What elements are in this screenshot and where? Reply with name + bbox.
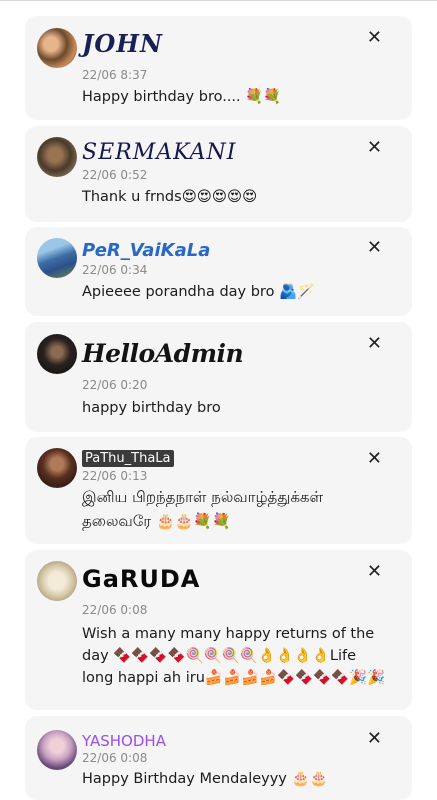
comment-timestamp: 22/06 0:52 xyxy=(82,168,148,182)
avatar[interactable] xyxy=(37,334,77,374)
close-icon[interactable] xyxy=(367,29,382,47)
comment-text: Wish a many many happy returns of the da… xyxy=(82,626,386,686)
comment-text: Apieeee porandha day bro 🫂🪄 xyxy=(82,284,316,300)
comment-timestamp: 22/06 0:34 xyxy=(82,263,148,277)
commenter-name[interactable]: PaThu_ThaLa xyxy=(82,450,174,467)
comment-card: GaRUDA 22/06 0:08 Wish a many many happy… xyxy=(25,550,412,710)
comment-timestamp: 22/06 0:13 xyxy=(82,469,148,483)
comment-card: HelloAdmin 22/06 0:20 happy birthday bro xyxy=(25,322,412,432)
comment-text: இனிய பிறந்தநாள் நல்வாழ்த்துக்கள் தலைவரே … xyxy=(82,488,324,530)
comment-card: YASHODHA 22/06 0:08 Happy Birthday Menda… xyxy=(25,716,412,800)
commenter-name[interactable]: HelloAdmin xyxy=(82,339,244,368)
comment-card: PeR_VaiKaLa 22/06 0:34 Apieeee porandha … xyxy=(25,227,412,316)
comment-text: Happy birthday bro.... 💐💐 xyxy=(82,89,282,105)
close-icon[interactable] xyxy=(367,139,382,157)
close-icon[interactable] xyxy=(367,730,382,748)
comment-timestamp: 22/06 0:08 xyxy=(82,751,148,765)
commenter-name[interactable]: GaRUDA xyxy=(82,565,200,593)
comment-text: happy birthday bro xyxy=(82,400,221,416)
close-icon[interactable] xyxy=(367,239,382,257)
comment-card: PaThu_ThaLa 22/06 0:13 இனிய பிறந்தநாள் ந… xyxy=(25,437,412,544)
top-divider xyxy=(0,0,437,8)
avatar[interactable] xyxy=(37,137,77,177)
close-icon[interactable] xyxy=(367,335,382,353)
close-icon[interactable] xyxy=(367,450,382,468)
comment-text: Thank u frnds😍😍😍😍😍 xyxy=(82,189,258,205)
commenter-name[interactable]: YASHODHA xyxy=(82,732,166,750)
comment-timestamp: 22/06 0:08 xyxy=(82,603,148,617)
comment-card: JOHN 22/06 8:37 Happy birthday bro.... 💐… xyxy=(25,16,412,120)
comment-timestamp: 22/06 0:20 xyxy=(82,378,148,392)
avatar[interactable] xyxy=(37,448,77,488)
close-icon[interactable] xyxy=(367,563,382,581)
commenter-name[interactable]: JOHN xyxy=(82,29,163,58)
avatar[interactable] xyxy=(37,28,77,68)
commenter-name[interactable]: SERMAKANI xyxy=(82,140,236,165)
comment-text: Happy Birthday Mendaleyyy 🎂🎂 xyxy=(82,771,328,787)
avatar[interactable] xyxy=(37,238,77,278)
avatar[interactable] xyxy=(37,561,77,601)
comment-card: SERMAKANI 22/06 0:52 Thank u frnds😍😍😍😍😍 xyxy=(25,126,412,222)
commenter-name[interactable]: PeR_VaiKaLa xyxy=(82,240,210,261)
avatar[interactable] xyxy=(37,730,77,770)
comment-timestamp: 22/06 8:37 xyxy=(82,68,148,82)
